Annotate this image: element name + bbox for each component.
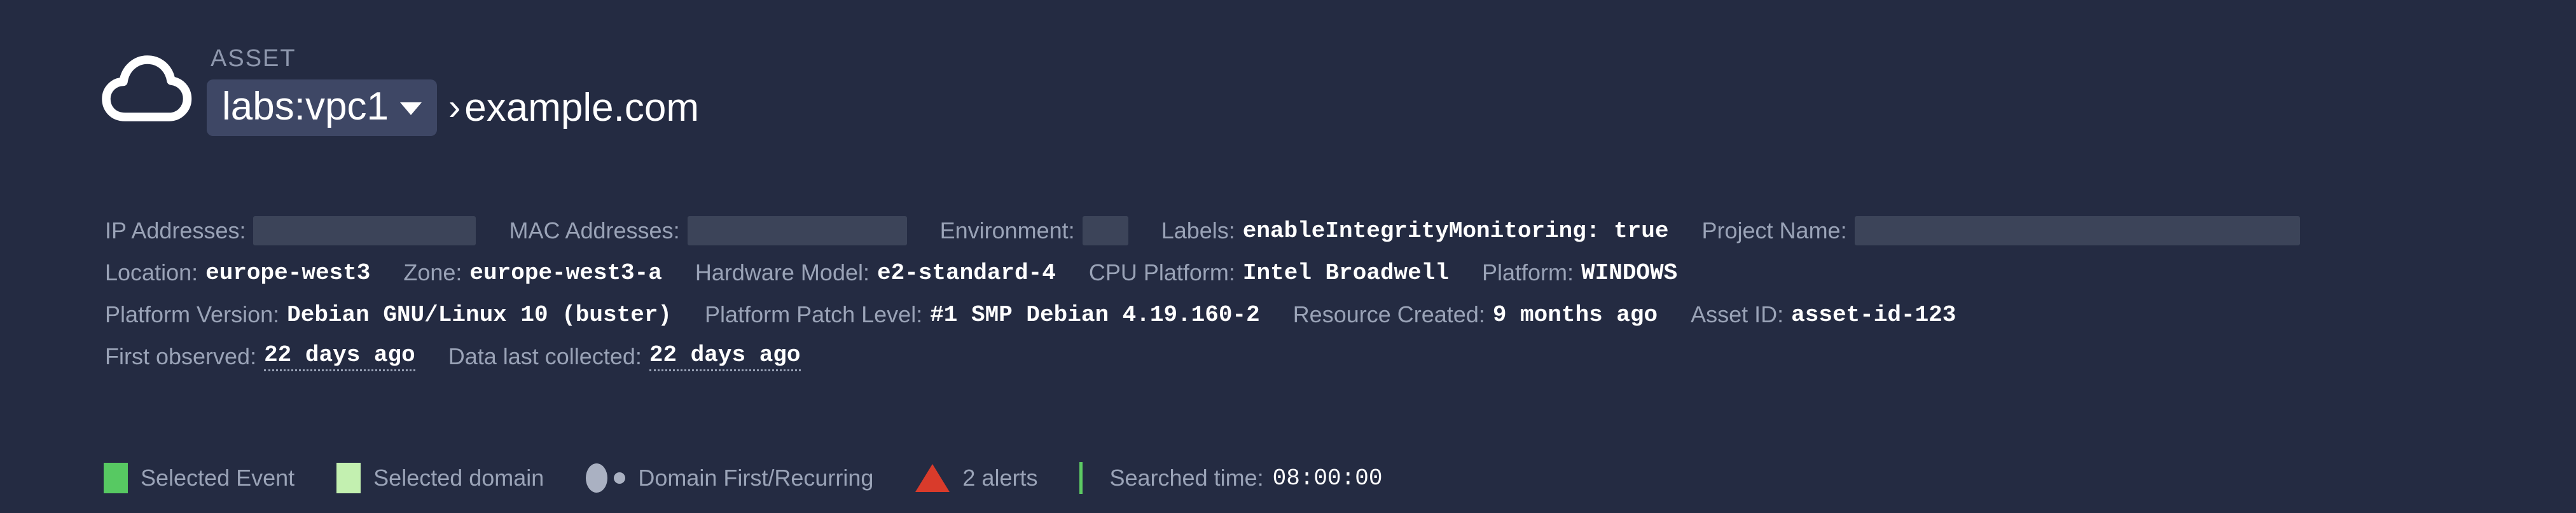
meta-key: CPU Platform: bbox=[1088, 259, 1235, 285]
meta-value: enableIntegrityMonitoring: true bbox=[1242, 217, 1669, 244]
meta-value: e2-standard-4 bbox=[877, 259, 1056, 286]
metadata-row: First observed: 22 days ago Data last co… bbox=[105, 336, 2576, 378]
meta-ip-addresses: IP Addresses: bbox=[105, 216, 476, 245]
asset-domain-name: example.com bbox=[464, 85, 699, 130]
meta-key: Platform Version: bbox=[105, 301, 280, 327]
selected-domain-swatch-icon bbox=[336, 463, 361, 493]
meta-value: Intel Broadwell bbox=[1242, 259, 1449, 286]
searched-time-value: 08:00:00 bbox=[1272, 465, 1383, 491]
meta-key: Environment: bbox=[939, 217, 1075, 243]
meta-key: MAC Addresses: bbox=[509, 217, 680, 243]
meta-key: Platform Patch Level: bbox=[705, 301, 923, 327]
selected-event-swatch-icon bbox=[104, 463, 128, 493]
redacted-value bbox=[1082, 216, 1128, 245]
meta-project-name: Project Name: bbox=[1702, 216, 2300, 245]
legend-item-alerts[interactable]: 2 alerts bbox=[915, 464, 1037, 492]
legend-item-searched-time: Searched time: 08:00:00 bbox=[1109, 465, 1382, 491]
meta-platform: Platform: WINDOWS bbox=[1482, 259, 1677, 286]
meta-value: europe-west3 bbox=[205, 259, 371, 286]
legend-bar: Selected Event Selected domain Domain Fi… bbox=[104, 459, 1424, 497]
redacted-value bbox=[1854, 216, 2300, 245]
asset-eyebrow-label: ASSET bbox=[211, 44, 296, 72]
meta-value: europe-west3-a bbox=[469, 259, 662, 286]
asset-header: ASSET labs:vpc1 › example.com bbox=[99, 19, 699, 140]
cloud-icon bbox=[99, 44, 194, 140]
meta-value[interactable]: 22 days ago bbox=[649, 342, 801, 371]
metadata-row: Location: europe-west3 Zone: europe-west… bbox=[105, 252, 2576, 294]
domain-first-recurring-dots-icon bbox=[586, 463, 626, 493]
meta-hardware-model: Hardware Model: e2-standard-4 bbox=[695, 259, 1056, 286]
meta-key: Hardware Model: bbox=[695, 259, 869, 285]
redacted-value bbox=[687, 216, 907, 245]
legend-item-selected-event: Selected Event bbox=[104, 463, 294, 493]
legend-label: Domain First/Recurring bbox=[638, 465, 874, 491]
asset-title-block: ASSET labs:vpc1 › example.com bbox=[207, 46, 699, 140]
asset-metadata: IP Addresses: MAC Addresses: Environment… bbox=[105, 210, 2576, 378]
meta-key: Platform: bbox=[1481, 259, 1574, 285]
metadata-row: IP Addresses: MAC Addresses: Environment… bbox=[105, 210, 2576, 252]
meta-key: IP Addresses: bbox=[105, 217, 246, 243]
meta-zone: Zone: europe-west3-a bbox=[403, 259, 662, 286]
meta-resource-created: Resource Created: 9 months ago bbox=[1293, 301, 1658, 328]
asset-detail-header-panel: ASSET labs:vpc1 › example.com IP Address… bbox=[0, 0, 2576, 513]
meta-first-observed: First observed: 22 days ago bbox=[105, 342, 415, 371]
metadata-row: Platform Version: Debian GNU/Linux 10 (b… bbox=[105, 294, 2576, 336]
meta-asset-id: Asset ID: asset-id-123 bbox=[1691, 301, 1956, 328]
asset-breadcrumb: labs:vpc1 › example.com bbox=[207, 79, 699, 136]
meta-value: Debian GNU/Linux 10 (buster) bbox=[287, 301, 672, 328]
meta-value: asset-id-123 bbox=[1791, 301, 1956, 328]
vpc-selector-label: labs:vpc1 bbox=[222, 84, 389, 128]
legend-item-domain-first-recurring: Domain First/Recurring bbox=[586, 463, 873, 493]
breadcrumb-separator-icon: › bbox=[448, 86, 461, 128]
meta-value: 9 months ago bbox=[1492, 301, 1658, 328]
meta-value[interactable]: 22 days ago bbox=[264, 342, 415, 371]
legend-divider bbox=[1079, 462, 1083, 494]
meta-key: Location: bbox=[105, 259, 198, 285]
meta-location: Location: europe-west3 bbox=[105, 259, 370, 286]
meta-mac-addresses: MAC Addresses: bbox=[509, 216, 907, 245]
legend-label: Selected domain bbox=[373, 465, 544, 491]
meta-data-last-collected: Data last collected: 22 days ago bbox=[448, 342, 801, 371]
searched-time-label: Searched time: bbox=[1109, 465, 1264, 491]
meta-key: Data last collected: bbox=[448, 343, 642, 369]
meta-value: WINDOWS bbox=[1581, 259, 1678, 286]
meta-platform-patch-level: Platform Patch Level: #1 SMP Debian 4.19… bbox=[705, 301, 1260, 328]
meta-key: Labels: bbox=[1161, 217, 1235, 243]
meta-key: Resource Created: bbox=[1292, 301, 1485, 327]
meta-key: Project Name: bbox=[1701, 217, 1847, 243]
vpc-selector-dropdown[interactable]: labs:vpc1 bbox=[207, 79, 437, 136]
meta-labels: Labels: enableIntegrityMonitoring: true bbox=[1161, 217, 1669, 244]
meta-value: #1 SMP Debian 4.19.160-2 bbox=[930, 301, 1260, 328]
meta-environment: Environment: bbox=[940, 216, 1128, 245]
legend-label: Selected Event bbox=[141, 465, 295, 491]
redacted-value bbox=[253, 216, 476, 245]
alert-triangle-icon bbox=[915, 464, 950, 492]
legend-item-selected-domain: Selected domain bbox=[336, 463, 544, 493]
meta-key: First observed: bbox=[105, 343, 257, 369]
large-dot-icon bbox=[586, 463, 608, 493]
meta-key: Asset ID: bbox=[1691, 301, 1784, 327]
chevron-down-icon bbox=[399, 102, 422, 116]
legend-label: 2 alerts bbox=[962, 465, 1038, 491]
meta-cpu-platform: CPU Platform: Intel Broadwell bbox=[1089, 259, 1449, 286]
meta-platform-version: Platform Version: Debian GNU/Linux 10 (b… bbox=[105, 301, 672, 328]
meta-key: Zone: bbox=[403, 259, 462, 285]
small-dot-icon bbox=[614, 472, 626, 484]
